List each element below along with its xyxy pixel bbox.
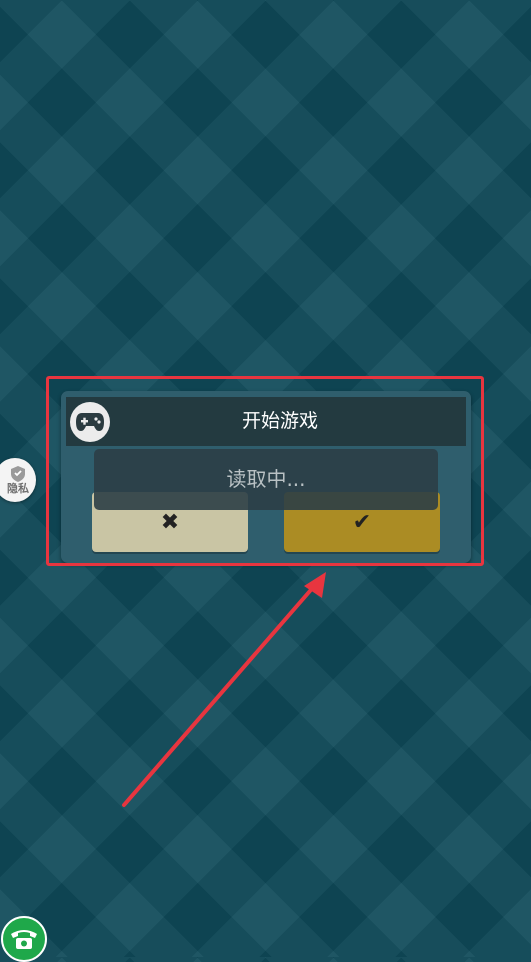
shield-icon [11, 466, 25, 482]
highlight-box [46, 376, 484, 566]
phone-icon[interactable] [1, 916, 47, 962]
privacy-label: 隐私 [7, 482, 29, 495]
